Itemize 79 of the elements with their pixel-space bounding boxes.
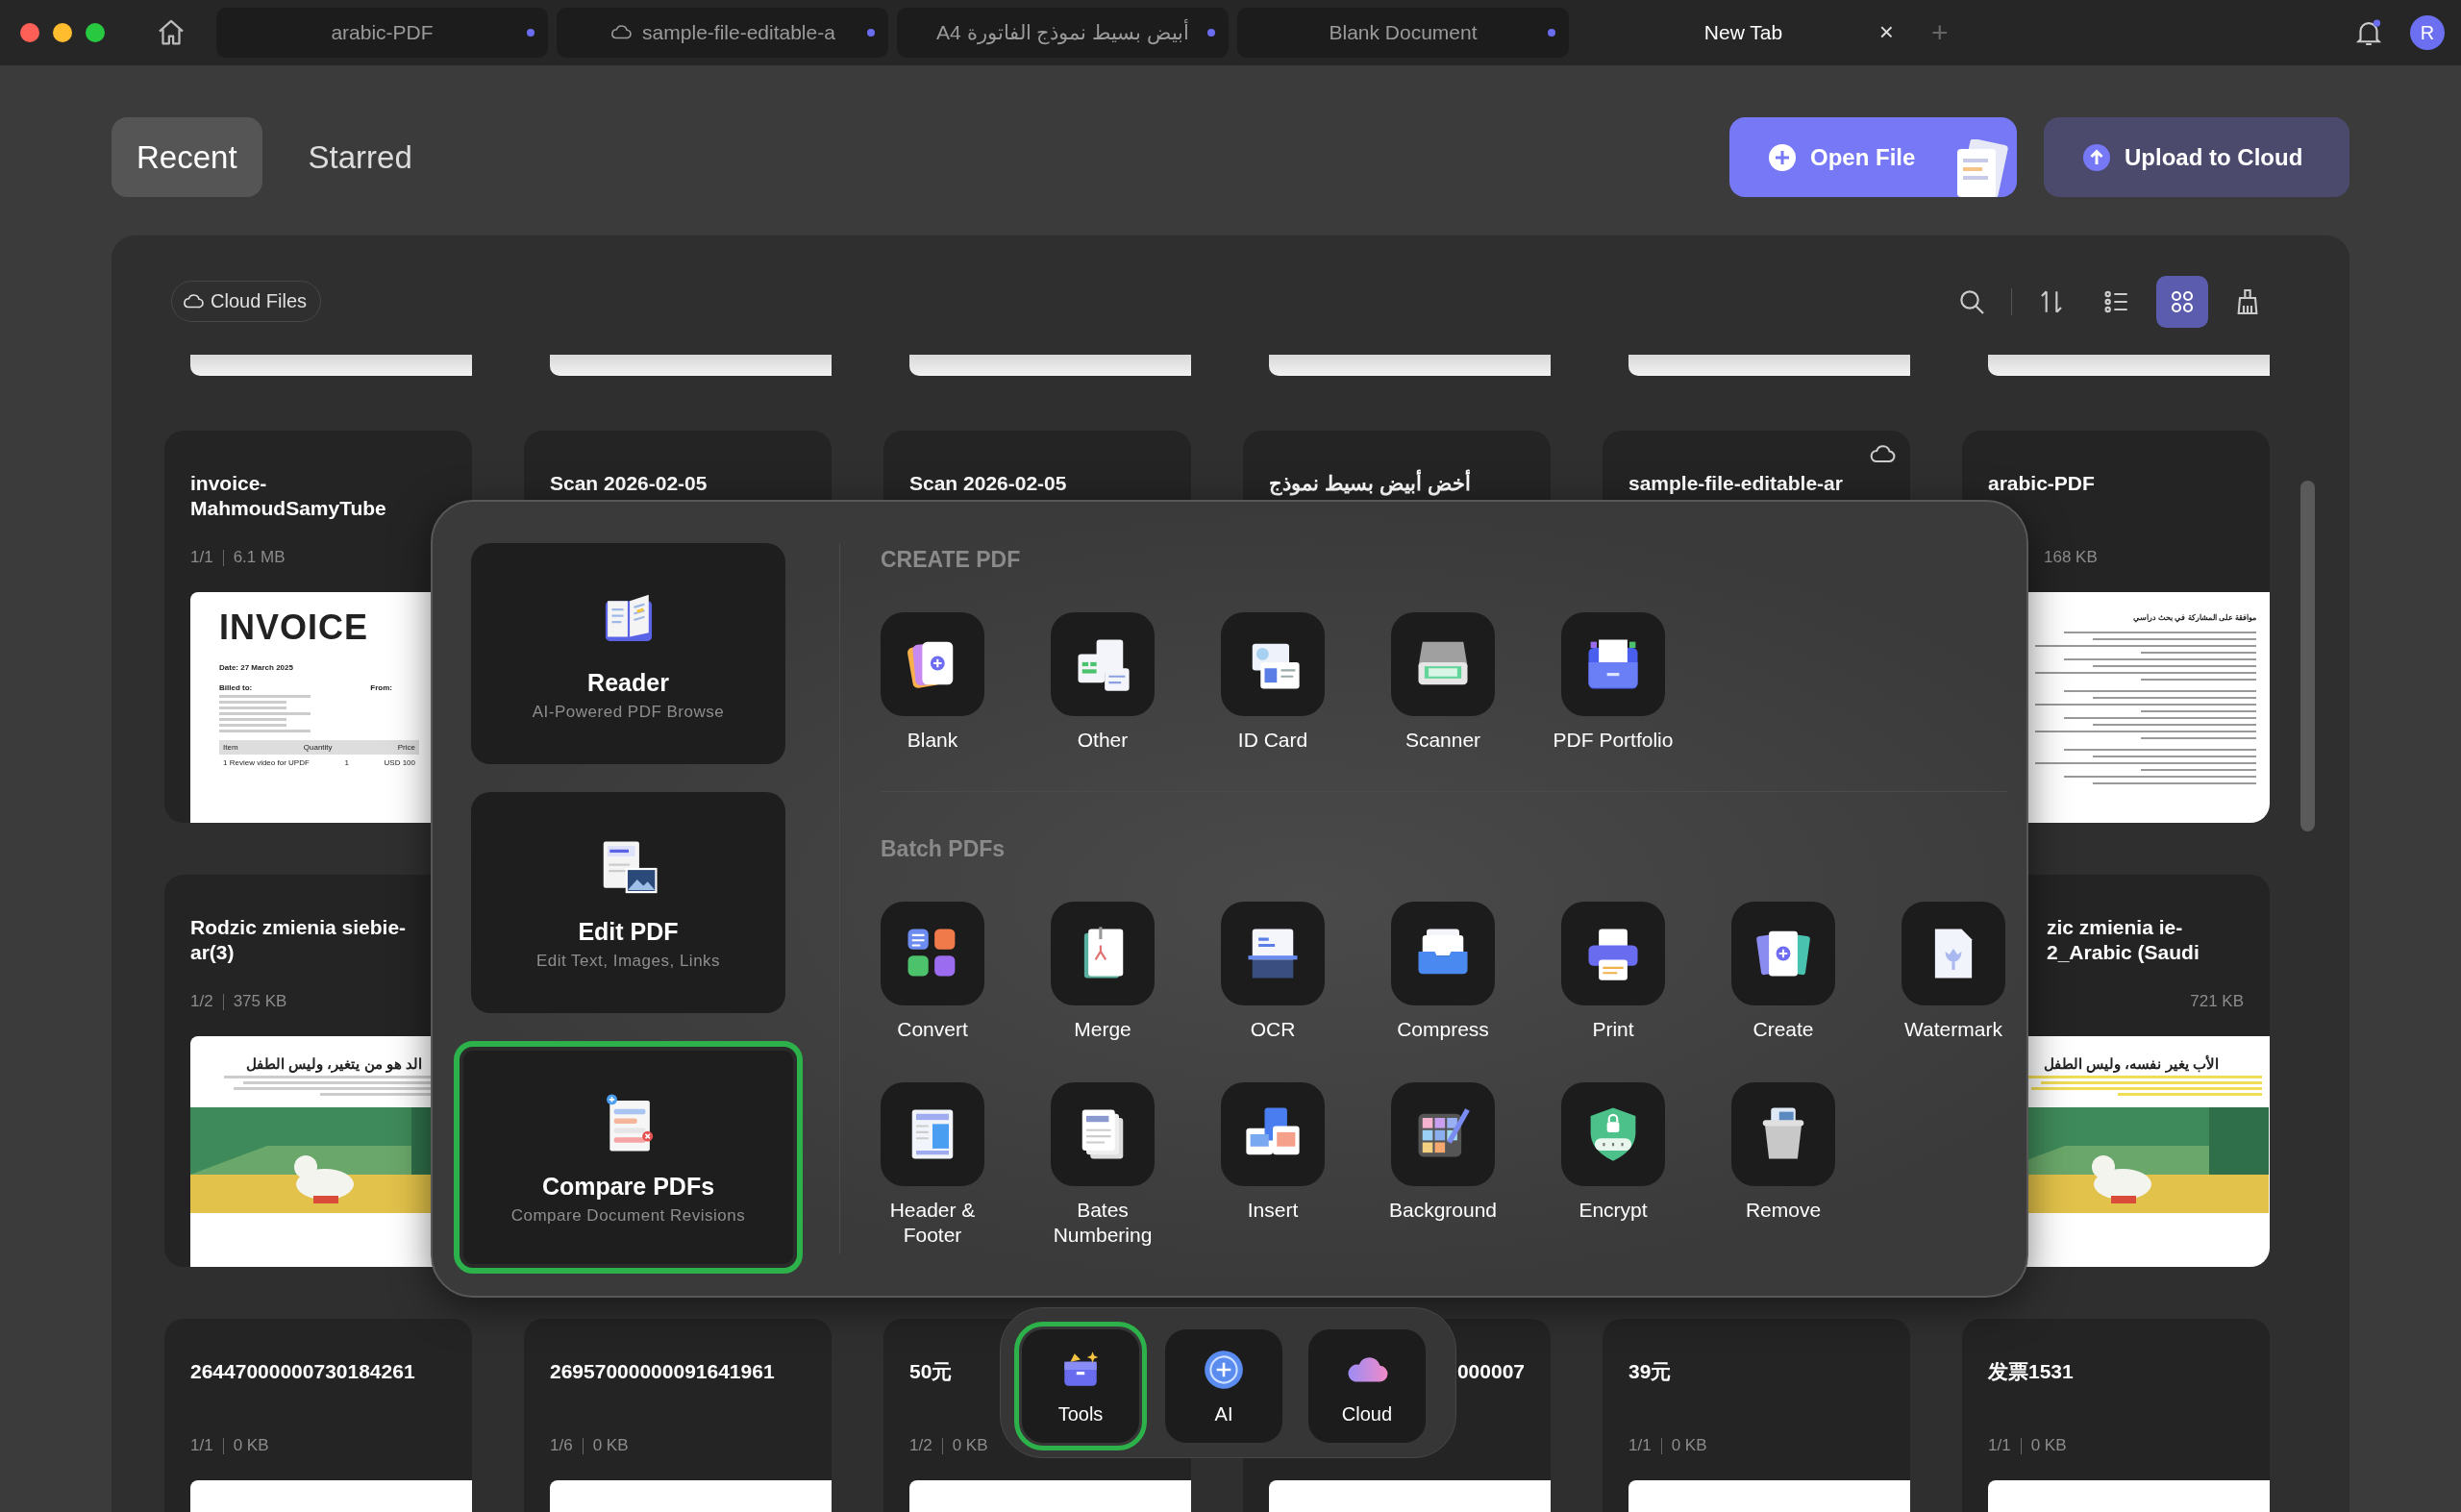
- tool-button[interactable]: Encrypt: [1541, 1082, 1685, 1248]
- table-header: Quantity: [303, 743, 333, 752]
- page-count: 1/1: [1988, 1436, 2011, 1455]
- tool-button[interactable]: Remove: [1711, 1082, 1855, 1248]
- file-size: 0 KB: [1671, 1436, 1707, 1455]
- browser-tab[interactable]: A4 أبيض بسيط نموذج الفاتورة: [897, 8, 1229, 58]
- open-file-button[interactable]: Open File: [1729, 117, 2017, 197]
- table-cell: USD 100: [384, 758, 415, 767]
- tool-button[interactable]: Bates Numbering: [1031, 1082, 1175, 1248]
- table-cell: 1: [344, 758, 349, 767]
- page-count: 1/6: [550, 1436, 573, 1455]
- file-name: 26957000000091641961: [550, 1359, 775, 1384]
- file-card[interactable]: 26957000000091641961 1/6 0 KB: [524, 1319, 832, 1512]
- upload-icon: [2082, 142, 2111, 172]
- table-header: Item: [223, 743, 238, 752]
- close-window-button[interactable]: [20, 23, 39, 42]
- close-tab-button[interactable]: ×: [1878, 17, 1894, 47]
- invoice-date: Date: 27 March 2025: [219, 663, 294, 672]
- invoice-heading: INVOICE: [219, 607, 370, 648]
- browser-tab[interactable]: sample-file-editable-a: [557, 8, 888, 58]
- file-size: 375 KB: [233, 992, 287, 1011]
- file-size: 168 KB: [2044, 548, 2098, 567]
- browser-tab[interactable]: New Tab ×: [1578, 8, 1909, 58]
- document-heading: موافقة على المشاركة في بحث دراسي: [2131, 613, 2256, 622]
- tool-button[interactable]: Background: [1371, 1082, 1515, 1248]
- file-size: 0 KB: [233, 1436, 269, 1455]
- file-name: zic zmienia ie-2_Arabic (Saudi: [2047, 915, 2200, 965]
- file-name: Scan 2026-02-05: [909, 471, 1067, 496]
- document-heading: الد هو من يتغير، وليس الطفل: [245, 1055, 423, 1073]
- file-size: 0 KB: [2030, 1436, 2067, 1455]
- page-count: 1/2: [190, 992, 213, 1011]
- section-heading: Batch PDFs: [881, 836, 1007, 861]
- document-heading: الأب يغير نفسه، وليس الطفل: [2043, 1055, 2220, 1073]
- file-name: 000007: [1456, 1359, 1525, 1384]
- file-size: 0 KB: [592, 1436, 629, 1455]
- file-size: 0 KB: [952, 1436, 988, 1455]
- plus-circle-icon: [1768, 142, 1797, 172]
- table-header: Price: [397, 743, 415, 752]
- scrollbar[interactable]: [2300, 481, 2315, 831]
- feature-card[interactable]: Compare PDFs Compare Document Revisions: [454, 1041, 803, 1274]
- file-name: 50元: [909, 1359, 953, 1384]
- view-tab[interactable]: Recent: [112, 117, 262, 197]
- file-card[interactable]: 39元 1/1 0 KB: [1603, 1319, 1910, 1512]
- file-name: أخض أبيض بسيط نموذج: [1269, 471, 1471, 521]
- tool-button[interactable]: Insert: [1201, 1082, 1345, 1248]
- file-size: 721 KB: [2190, 992, 2244, 1011]
- page-count: 1/2: [909, 1436, 932, 1455]
- file-card[interactable]: 26447000000730184261 1/1 0 KB: [164, 1319, 472, 1512]
- table-cell: 1 Review video for UPDF: [223, 758, 310, 767]
- billed-label: Billed to:: [219, 683, 253, 692]
- file-name: invoice-MahmoudSamyTube: [190, 471, 387, 521]
- feature-card[interactable]: Edit PDF Edit Text, Images, Links: [471, 792, 785, 1013]
- upload-to-cloud-button[interactable]: Upload to Cloud: [2044, 117, 2349, 197]
- file-name: arabic-PDF: [1988, 471, 2095, 496]
- browser-tab[interactable]: arabic-PDF: [216, 8, 548, 58]
- section-heading: CREATE PDF: [881, 547, 1022, 572]
- file-name: 26447000000730184261: [190, 1359, 415, 1384]
- file-card[interactable]: invoice-MahmoudSamyTube 1/1 6.1 MB INVOICE Date: 27 March 2025 Billed to: From: Item Quantity Price 1 Review video for UPDF 1 USD 100: [164, 431, 472, 823]
- file-name: sample-file-editable-ar: [1628, 471, 1843, 496]
- browser-tab[interactable]: Blank Document: [1237, 8, 1569, 58]
- page-count: 1/1: [190, 548, 213, 567]
- minimize-button[interactable]: [53, 23, 72, 42]
- file-name: 39元: [1628, 1359, 1672, 1384]
- page-count: 1/1: [1628, 1436, 1652, 1455]
- user-avatar[interactable]: R: [2410, 15, 2445, 50]
- zoom-button[interactable]: [86, 23, 105, 42]
- view-tab[interactable]: Starred: [283, 117, 437, 197]
- page-count: 1/1: [190, 1436, 213, 1455]
- from-label: From:: [370, 683, 392, 692]
- grid-view-button[interactable]: [2156, 275, 2208, 328]
- file-name: 发票1531: [1988, 1359, 2074, 1384]
- dock-button[interactable]: Cloud: [1308, 1329, 1426, 1443]
- file-card[interactable]: 发票1531 1/1 0 KB: [1962, 1319, 2270, 1512]
- file-name: Rodzic zmienia siebie-ar(3): [190, 915, 408, 965]
- file-size: 6.1 MB: [233, 548, 286, 567]
- feature-card[interactable]: Reader AI-Powered PDF Browse: [471, 543, 785, 764]
- tool-button[interactable]: Header & Footer: [860, 1082, 1005, 1248]
- file-name: Scan 2026-02-05: [550, 471, 708, 496]
- dock-button[interactable]: AI: [1165, 1329, 1282, 1443]
